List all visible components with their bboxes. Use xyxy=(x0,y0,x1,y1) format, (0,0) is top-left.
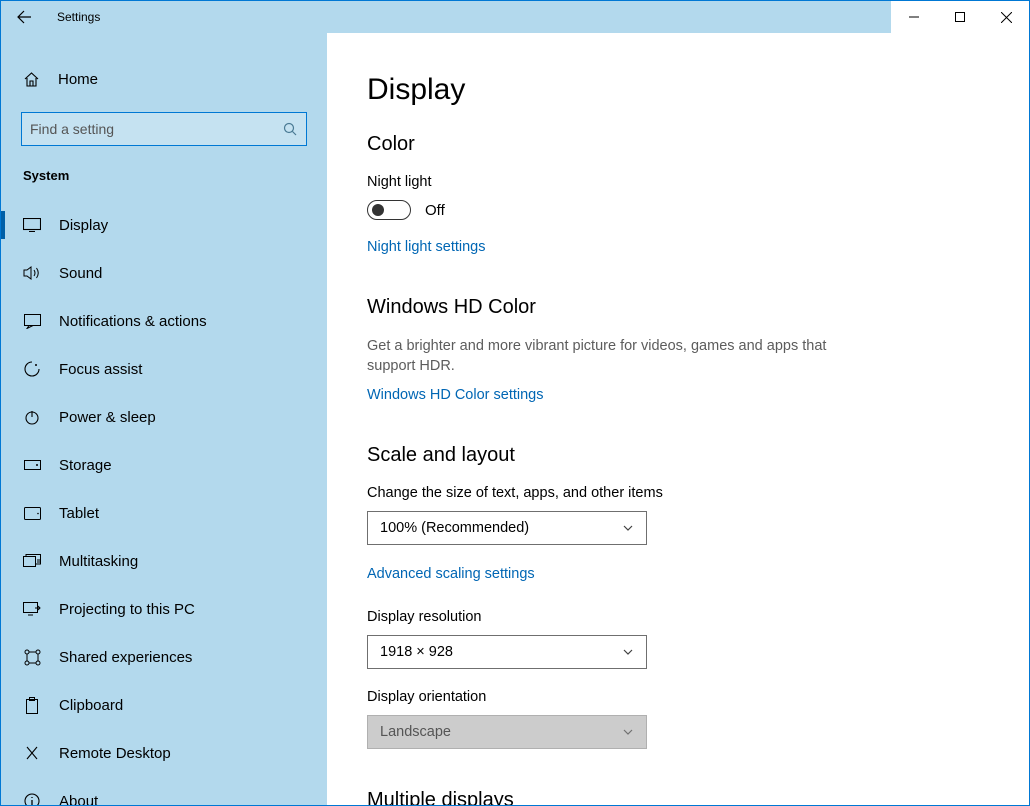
resolution-value: 1918 × 928 xyxy=(380,644,453,660)
sidebar-item-label: Clipboard xyxy=(59,697,123,714)
about-icon xyxy=(23,792,41,805)
multitasking-icon xyxy=(23,552,41,570)
shared-experiences-icon xyxy=(23,648,41,666)
sidebar-item-sound[interactable]: Sound xyxy=(1,249,327,297)
main-content: Display Color Night light Off Night ligh… xyxy=(327,33,1029,805)
sidebar-item-label: Shared experiences xyxy=(59,649,192,666)
focus-assist-icon xyxy=(23,360,41,378)
sidebar-item-label: Storage xyxy=(59,457,112,474)
search-icon xyxy=(283,122,298,137)
clipboard-icon xyxy=(23,696,41,714)
notifications-icon xyxy=(23,312,41,330)
text-size-dropdown[interactable]: 100% (Recommended) xyxy=(367,511,647,545)
sidebar-item-projecting[interactable]: Projecting to this PC xyxy=(1,585,327,633)
orientation-value: Landscape xyxy=(380,724,451,740)
night-light-label: Night light xyxy=(367,174,989,190)
remote-desktop-icon xyxy=(23,744,41,762)
sidebar-item-display[interactable]: Display xyxy=(1,201,327,249)
sidebar-item-shared-experiences[interactable]: Shared experiences xyxy=(1,633,327,681)
category-header: System xyxy=(1,168,327,201)
minimize-button[interactable] xyxy=(891,1,937,33)
power-icon xyxy=(23,408,41,426)
section-color-header: Color xyxy=(367,133,989,156)
orientation-label: Display orientation xyxy=(367,689,989,705)
sidebar-item-label: Display xyxy=(59,217,108,234)
sidebar: Home System Display Sound Notifications … xyxy=(1,33,327,805)
sound-icon xyxy=(23,264,41,282)
hdcolor-settings-link[interactable]: Windows HD Color settings xyxy=(367,387,543,403)
display-icon xyxy=(23,216,41,234)
sidebar-item-label: About xyxy=(59,793,98,806)
chevron-down-icon xyxy=(622,522,634,534)
sidebar-item-label: Notifications & actions xyxy=(59,313,207,330)
advanced-scaling-link[interactable]: Advanced scaling settings xyxy=(367,566,535,582)
sidebar-item-label: Tablet xyxy=(59,505,99,522)
section-multiple-displays-header: Multiple displays xyxy=(367,789,989,805)
resolution-label: Display resolution xyxy=(367,609,989,625)
night-light-state: Off xyxy=(425,202,445,219)
night-light-settings-link[interactable]: Night light settings xyxy=(367,239,485,255)
chevron-down-icon xyxy=(622,646,634,658)
back-button[interactable] xyxy=(1,1,47,33)
sidebar-item-label: Power & sleep xyxy=(59,409,156,426)
home-icon xyxy=(23,71,40,88)
sidebar-item-focus-assist[interactable]: Focus assist xyxy=(1,345,327,393)
sidebar-item-label: Sound xyxy=(59,265,102,282)
text-size-label: Change the size of text, apps, and other… xyxy=(367,485,989,501)
night-light-toggle[interactable] xyxy=(367,200,411,220)
orientation-dropdown: Landscape xyxy=(367,715,647,749)
projecting-icon xyxy=(23,600,41,618)
search-input[interactable] xyxy=(30,121,283,137)
sidebar-item-label: Projecting to this PC xyxy=(59,601,195,618)
titlebar: Settings xyxy=(1,1,1029,33)
sidebar-item-power-sleep[interactable]: Power & sleep xyxy=(1,393,327,441)
sidebar-item-label: Multitasking xyxy=(59,553,138,570)
arrow-left-icon xyxy=(16,9,32,25)
page-title: Display xyxy=(367,73,989,107)
section-hdcolor-header: Windows HD Color xyxy=(367,296,989,319)
sidebar-item-notifications[interactable]: Notifications & actions xyxy=(1,297,327,345)
close-button[interactable] xyxy=(983,1,1029,33)
sidebar-item-tablet[interactable]: Tablet xyxy=(1,489,327,537)
close-icon xyxy=(1001,12,1012,23)
home-nav[interactable]: Home xyxy=(1,58,327,100)
maximize-icon xyxy=(955,12,965,22)
tablet-icon xyxy=(23,504,41,522)
hdcolor-description: Get a brighter and more vibrant picture … xyxy=(367,337,827,376)
storage-icon xyxy=(23,456,41,474)
sidebar-item-about[interactable]: About xyxy=(1,777,327,805)
maximize-button[interactable] xyxy=(937,1,983,33)
sidebar-item-remote-desktop[interactable]: Remote Desktop xyxy=(1,729,327,777)
minimize-icon xyxy=(909,12,919,22)
app-title: Settings xyxy=(57,10,100,24)
sidebar-item-multitasking[interactable]: Multitasking xyxy=(1,537,327,585)
sidebar-item-clipboard[interactable]: Clipboard xyxy=(1,681,327,729)
sidebar-item-label: Focus assist xyxy=(59,361,142,378)
resolution-dropdown[interactable]: 1918 × 928 xyxy=(367,635,647,669)
home-label: Home xyxy=(58,71,98,88)
sidebar-item-storage[interactable]: Storage xyxy=(1,441,327,489)
search-input-wrapper[interactable] xyxy=(21,112,307,146)
text-size-value: 100% (Recommended) xyxy=(380,520,529,536)
chevron-down-icon xyxy=(622,726,634,738)
toggle-knob xyxy=(372,204,384,216)
sidebar-item-label: Remote Desktop xyxy=(59,745,171,762)
section-scale-header: Scale and layout xyxy=(367,444,989,467)
